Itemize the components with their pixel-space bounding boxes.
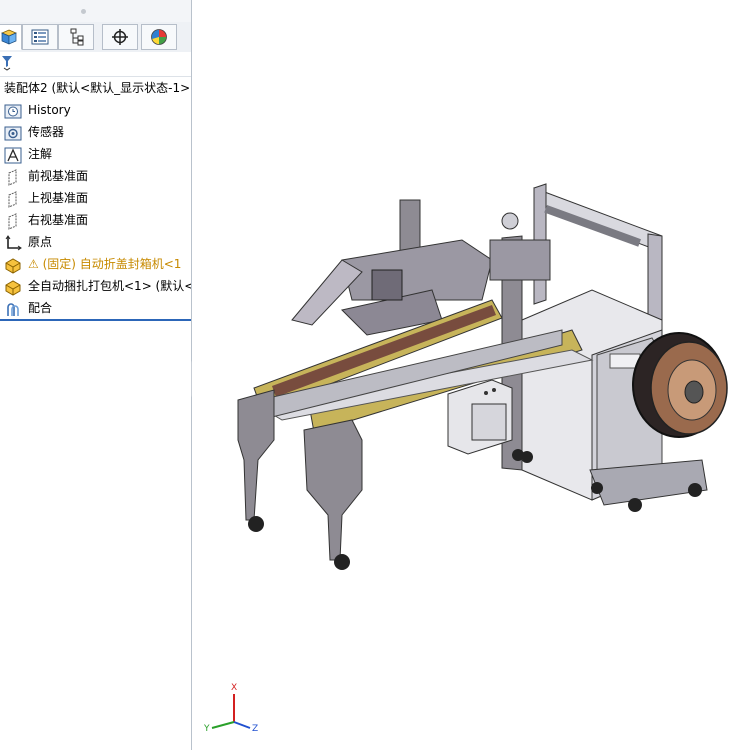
tree-divider — [0, 319, 191, 321]
part-icon — [5, 280, 21, 296]
plane-icon — [8, 213, 17, 230]
feature-manager-panel: › 装配体2 (默认<默认_显示状态-1> History 传感器 — [0, 0, 192, 750]
axis-z-label: Z — [252, 724, 258, 734]
tree-item-label: 原点 — [28, 235, 53, 249]
tree-item-label: 上视基准面 — [28, 191, 89, 205]
control-box[interactable] — [447, 379, 513, 455]
manager-tabs: › — [0, 22, 191, 64]
axis-x-label: X — [231, 683, 237, 693]
tab-featuremanager[interactable] — [0, 24, 22, 50]
filter-row[interactable] — [0, 52, 191, 77]
plane-icon — [8, 191, 17, 208]
mates-icon — [7, 303, 19, 316]
tree-item-fixed-sealer[interactable]: ⚠ (固定) 自动折盖封箱机<1 — [0, 254, 191, 276]
filter-funnel-icon[interactable] — [1, 55, 13, 71]
tree-item-label: 右视基准面 — [28, 213, 89, 227]
tree-item-label: History — [28, 103, 71, 117]
tree-root-label: 装配体2 (默认<默认_显示状态-1> — [4, 81, 191, 95]
panel-grip[interactable] — [0, 0, 191, 22]
origin-icon — [5, 235, 22, 251]
tree-item-history[interactable]: History — [0, 100, 191, 122]
orientation-triad: X Y Z — [203, 683, 258, 734]
tree-item-label: 注解 — [28, 147, 53, 161]
tree-item-label: 配合 — [28, 301, 53, 315]
history-icon — [4, 104, 22, 119]
axis-y-label: Y — [203, 724, 210, 734]
plane-icon — [8, 169, 17, 186]
tree-item-label: 传感器 — [28, 125, 65, 139]
tree-item-top-plane[interactable]: 上视基准面 — [0, 188, 191, 210]
tree-item-strapping-machine[interactable]: 全自动捆扎打包机<1> (默认< — [0, 276, 191, 298]
sensor-icon — [4, 126, 22, 141]
tab-dimxpert[interactable] — [102, 24, 138, 50]
tree-item-sensors[interactable]: 传感器 — [0, 122, 191, 144]
tab-display[interactable] — [141, 24, 177, 50]
configuration-icon — [70, 28, 84, 46]
strapping-machine-body[interactable] — [521, 289, 728, 512]
annotation-icon — [4, 147, 22, 164]
tree-item-front-plane[interactable]: 前视基准面 — [0, 166, 191, 188]
graphics-area[interactable]: X Y Z — [192, 0, 750, 750]
tree-item-right-plane[interactable]: 右视基准面 — [0, 210, 191, 232]
tree-item-label: 前视基准面 — [28, 169, 89, 183]
assembly-model[interactable]: X Y Z — [192, 0, 750, 750]
crosshair-icon — [112, 29, 128, 45]
part-icon — [5, 258, 21, 274]
appearance-pie-icon — [151, 29, 167, 45]
tree-root-assembly[interactable]: 装配体2 (默认<默认_显示状态-1> — [0, 78, 191, 100]
tab-propertymanager[interactable] — [22, 24, 58, 50]
tree-item-origin[interactable]: 原点 — [0, 232, 191, 254]
tree-item-label: ⚠ (固定) 自动折盖封箱机<1 — [28, 257, 182, 271]
tab-configuration[interactable] — [58, 24, 94, 50]
tree-item-label: 全自动捆扎打包机<1> (默认< — [28, 279, 192, 293]
tree-item-mates[interactable]: 配合 — [0, 298, 191, 320]
tree-item-annotations[interactable]: 注解 — [0, 144, 191, 166]
cube-icon — [1, 29, 17, 45]
property-list-icon — [31, 29, 49, 45]
